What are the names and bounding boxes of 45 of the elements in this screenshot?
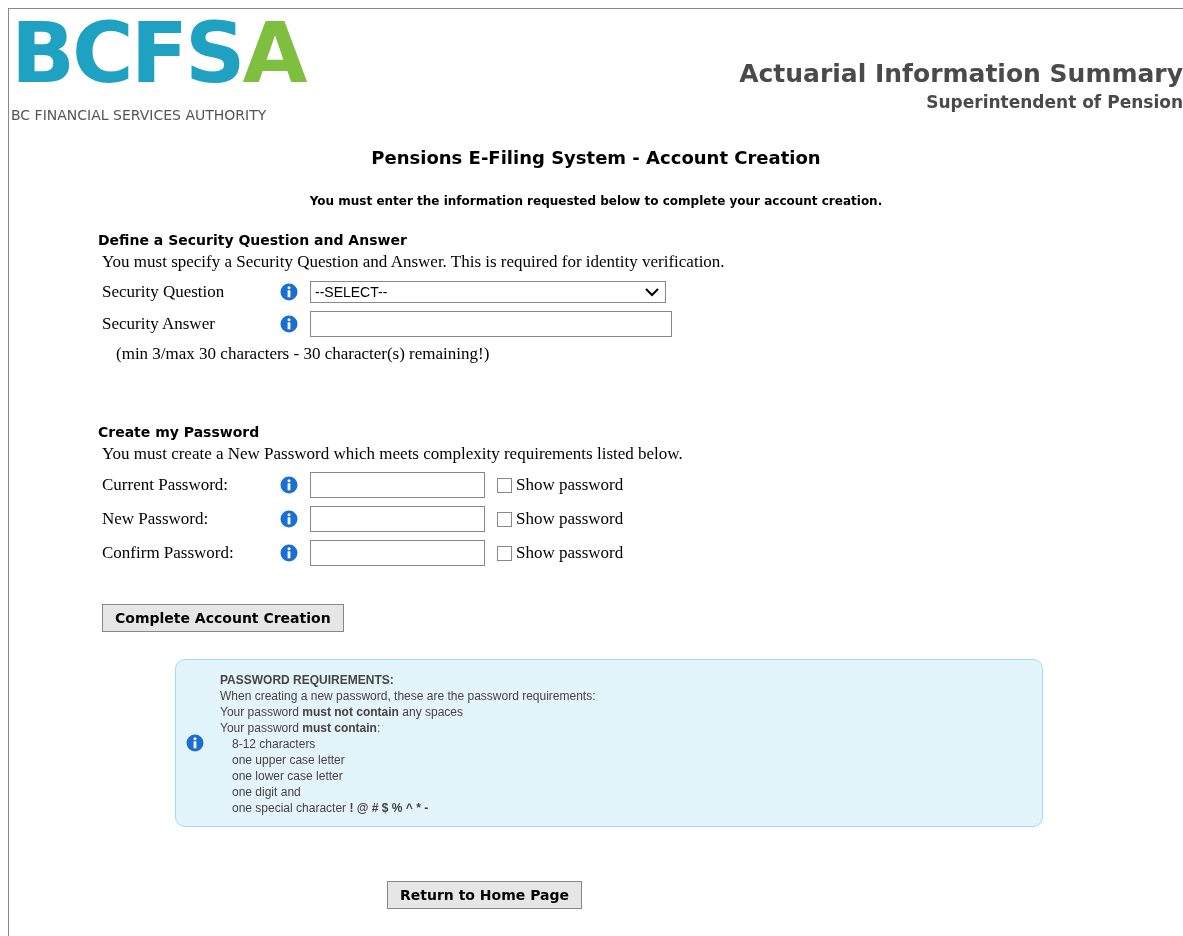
section-heading: Define a Security Question and Answer <box>98 232 408 248</box>
checkbox-label[interactable]: Show password <box>516 509 624 529</box>
section-intro: You must create a New Password which meets complexity requirements listed below. <box>102 444 684 464</box>
requirements-text: Your password must contain: <box>220 720 382 736</box>
show-password-checkbox[interactable] <box>497 545 512 561</box>
security-answer-field[interactable] <box>310 311 672 337</box>
field-label: Confirm Password: <box>102 543 235 563</box>
password-field[interactable] <box>310 540 485 566</box>
password-field[interactable] <box>310 472 485 498</box>
requirement-item: one upper case letter <box>231 752 346 768</box>
section-heading: Create my Password <box>98 424 261 440</box>
show-password-checkbox[interactable] <box>497 477 512 493</box>
info-icon <box>186 734 204 752</box>
requirement-item: one digit and <box>231 784 302 800</box>
checkbox-label[interactable]: Show password <box>516 475 624 495</box>
character-hint: (min 3/max 30 characters - 30 character(s) remaining!) <box>116 344 491 364</box>
info-icon[interactable] <box>280 510 298 528</box>
password-field[interactable] <box>310 506 485 532</box>
info-icon[interactable] <box>280 283 298 301</box>
requirements-heading: PASSWORD REQUIREMENTS: <box>220 672 395 688</box>
complete-account-button[interactable]: Complete Account Creation <box>102 604 344 632</box>
requirements-text: When creating a new password, these are the password requirements: <box>220 688 596 704</box>
requirement-item: one lower case letter <box>231 768 344 784</box>
requirements-text: Your password must not contain any spaces <box>220 704 464 720</box>
field-label: Current Password: <box>102 475 230 495</box>
info-icon[interactable] <box>280 544 298 562</box>
instruction-text: You must enter the information requested below to complete your account creation. <box>308 194 884 208</box>
page-title: Pensions E-Filing System - Account Creation <box>370 147 822 168</box>
requirement-item: one special character ! @ # $ % ^ * - <box>231 800 430 816</box>
info-icon[interactable] <box>280 315 298 333</box>
header-title: Actuarial Information Summary <box>739 59 1183 88</box>
field-label: Security Answer <box>102 314 216 334</box>
requirement-item: 8-12 characters <box>231 736 317 752</box>
security-question-select[interactable]: --SELECT-- <box>310 281 666 303</box>
field-label: Security Question <box>102 282 226 302</box>
chevron-down-icon[interactable] <box>645 287 659 297</box>
logo-caption: BC FINANCIAL SERVICES AUTHORITY <box>11 107 268 123</box>
header-subtitle: Superintendent of Pension <box>925 92 1183 112</box>
checkbox-label[interactable]: Show password <box>516 543 624 563</box>
field-label: New Password: <box>102 509 210 529</box>
show-password-checkbox[interactable] <box>497 511 512 527</box>
section-intro: You must specify a Security Question and Answer. This is required for identity verification. <box>102 252 726 272</box>
logo-mark: BCFSA <box>11 13 305 93</box>
info-icon[interactable] <box>280 476 298 494</box>
return-home-button[interactable]: Return to Home Page <box>387 881 582 909</box>
